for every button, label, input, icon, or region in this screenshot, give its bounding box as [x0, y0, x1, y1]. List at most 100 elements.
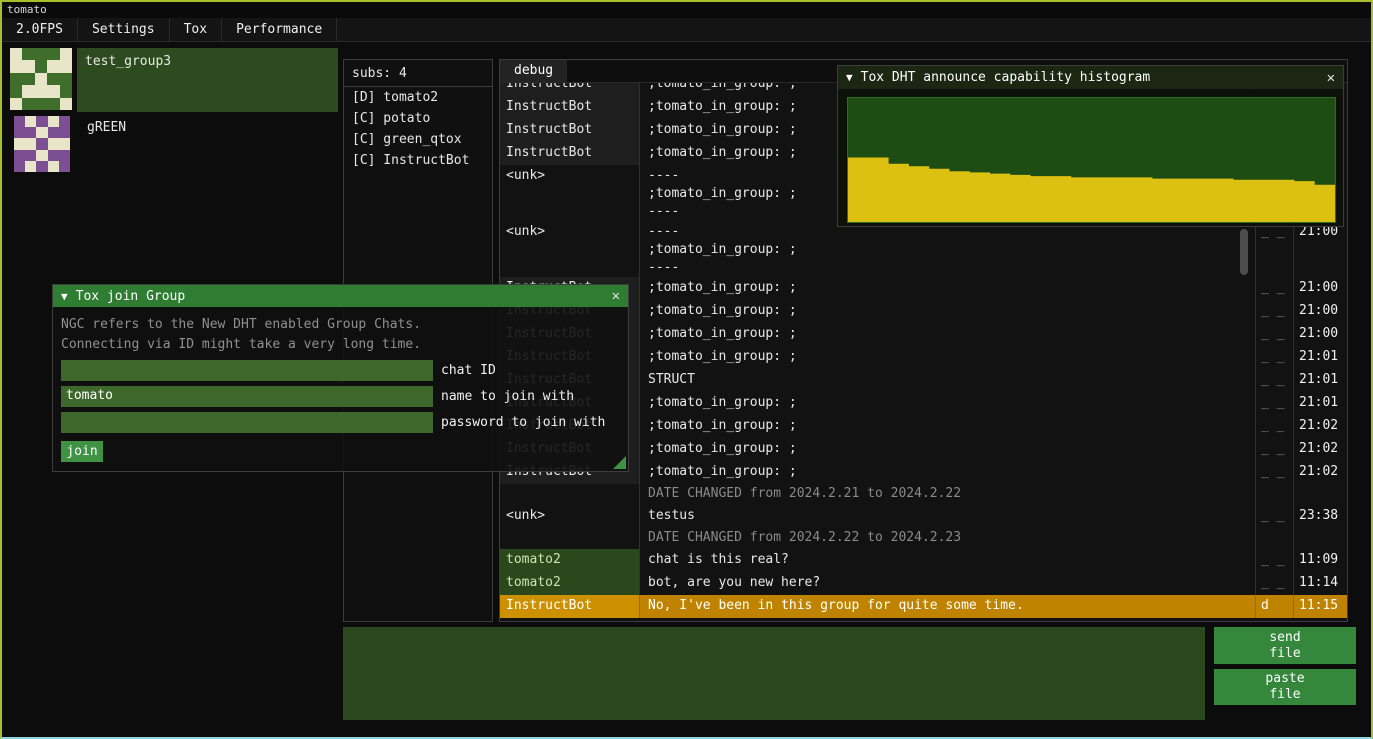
menu-bar: 2.0FPS SettingsToxPerformance	[2, 18, 1371, 42]
join-group-title: Tox join Group	[76, 289, 186, 304]
message-flags: _ _	[1255, 505, 1293, 528]
date-divider-row: DATE CHANGED from 2024.2.21 to 2024.2.22	[500, 484, 1347, 505]
join-name-input[interactable]: tomato	[61, 386, 433, 407]
member-item[interactable]: [C] potato	[344, 108, 492, 129]
chat-id-row: chat ID	[61, 360, 620, 381]
message-flags	[1255, 484, 1293, 505]
dht-histogram-title: Tox DHT announce capability histogram	[861, 70, 1151, 85]
histogram-svg	[848, 98, 1335, 222]
message-flags: _ _	[1255, 438, 1293, 461]
dht-histogram-titlebar: ▼ Tox DHT announce capability histogram …	[838, 66, 1343, 89]
join-group-titlebar: ▼ Tox join Group ✕	[53, 285, 628, 307]
histogram-area	[848, 158, 1335, 223]
menu-items: SettingsToxPerformance	[78, 18, 337, 41]
menu-tox[interactable]: Tox	[170, 18, 222, 41]
tab-debug[interactable]: debug	[500, 60, 567, 82]
message-flags	[1255, 528, 1293, 549]
message-text: ;tomato_in_group: ;	[640, 346, 1255, 369]
paste-file-button[interactable]: paste file	[1214, 669, 1356, 705]
join-button[interactable]: join	[61, 441, 103, 462]
histogram-plot	[847, 97, 1336, 223]
message-author: InstructBot	[500, 119, 640, 142]
members-header: subs: 4	[344, 60, 492, 87]
menu-performance[interactable]: Performance	[222, 18, 337, 41]
message-flags: _ _	[1255, 369, 1293, 392]
message-text: ---- ;tomato_in_group: ; ----	[640, 221, 1255, 277]
message-time: 21:01	[1293, 346, 1347, 369]
date-divider-row: DATE CHANGED from 2024.2.22 to 2024.2.23	[500, 528, 1347, 549]
member-item[interactable]: [C] green_qtox	[344, 129, 492, 150]
message-author: <unk>	[500, 221, 640, 277]
message-text: STRUCT	[640, 369, 1255, 392]
message-text: DATE CHANGED from 2024.2.21 to 2024.2.22	[640, 484, 1255, 505]
join-name-label: name to join with	[441, 389, 574, 404]
message-time: 21:00	[1293, 300, 1347, 323]
message-text: ;tomato_in_group: ;	[640, 415, 1255, 438]
join-group-window: ▼ Tox join Group ✕ NGC refers to the New…	[52, 284, 629, 472]
message-author: InstructBot	[500, 595, 640, 618]
message-text: ;tomato_in_group: ;	[640, 277, 1255, 300]
menu-settings[interactable]: Settings	[78, 18, 170, 41]
message-text: bot, are you new here?	[640, 572, 1255, 595]
member-list: [D] tomato2[C] potato[C] green_qtox[C] I…	[344, 87, 492, 171]
group-avatar-icon	[10, 48, 72, 110]
join-password-row: password to join with	[61, 412, 620, 433]
message-time: 21:02	[1293, 438, 1347, 461]
message-flags: _ _	[1255, 346, 1293, 369]
message-flags: d	[1255, 595, 1293, 618]
message-input[interactable]	[343, 627, 1205, 720]
group-name: gREEN	[87, 120, 126, 135]
chat-message-row[interactable]: tomato2bot, are you new here?_ _11:14	[500, 572, 1347, 595]
join-group-body: NGC refers to the New DHT enabled Group …	[53, 307, 628, 470]
join-password-label: password to join with	[441, 415, 605, 430]
message-flags: _ _	[1255, 300, 1293, 323]
message-text: ;tomato_in_group: ;	[640, 300, 1255, 323]
chat-message-row[interactable]: InstructBotNo, I've been in this group f…	[500, 595, 1347, 618]
message-time: 11:14	[1293, 572, 1347, 595]
chat-message-row[interactable]: <unk>testus_ _23:38	[500, 505, 1347, 528]
dht-histogram-window: ▼ Tox DHT announce capability histogram …	[837, 65, 1344, 227]
join-name-row: tomato name to join with	[61, 386, 620, 407]
chat-id-input[interactable]	[61, 360, 433, 381]
chat-message-row[interactable]: tomato2chat is this real?_ _11:09	[500, 549, 1347, 572]
message-text: DATE CHANGED from 2024.2.22 to 2024.2.23	[640, 528, 1255, 549]
chat-message-row[interactable]: <unk>---- ;tomato_in_group: ; ----_ _21:…	[500, 221, 1347, 277]
message-time: 21:02	[1293, 461, 1347, 484]
collapse-icon[interactable]: ▼	[846, 71, 853, 84]
message-time: 23:38	[1293, 505, 1347, 528]
member-item[interactable]: [D] tomato2	[344, 87, 492, 108]
group-label-wrap: gREEN	[75, 116, 338, 174]
message-text: chat is this real?	[640, 549, 1255, 572]
join-password-input[interactable]	[61, 412, 433, 433]
group-item-test_group3[interactable]: test_group3	[10, 48, 338, 112]
resize-grip[interactable]	[613, 456, 626, 469]
member-item[interactable]: [C] InstructBot	[344, 150, 492, 171]
group-avatar-icon	[14, 116, 70, 172]
close-icon[interactable]: ✕	[1327, 70, 1335, 86]
message-author: InstructBot	[500, 142, 640, 165]
group-item-green[interactable]: gREEN	[14, 116, 338, 174]
chat-scrollbar[interactable]	[1240, 229, 1248, 275]
message-text: ;tomato_in_group: ;	[640, 392, 1255, 415]
close-icon[interactable]: ✕	[612, 288, 620, 304]
message-flags: _ _	[1255, 221, 1293, 277]
send-file-button[interactable]: send file	[1214, 627, 1356, 664]
message-flags: _ _	[1255, 415, 1293, 438]
message-author: tomato2	[500, 572, 640, 595]
message-flags: _ _	[1255, 572, 1293, 595]
group-name: test_group3	[85, 54, 171, 69]
collapse-icon[interactable]: ▼	[61, 290, 68, 303]
message-time: 21:01	[1293, 369, 1347, 392]
window-titlebar: tomato	[2, 2, 1371, 18]
message-author	[500, 484, 640, 505]
message-text: ;tomato_in_group: ;	[640, 438, 1255, 461]
message-author: <unk>	[500, 505, 640, 528]
window-title: tomato	[7, 3, 47, 16]
message-time: 21:01	[1293, 392, 1347, 415]
join-description-line2: Connecting via ID might take a very long…	[61, 335, 620, 355]
app-window: tomato 2.0FPS SettingsToxPerformance tes…	[0, 0, 1373, 739]
message-time: 21:00	[1293, 323, 1347, 346]
message-text: ;tomato_in_group: ;	[640, 461, 1255, 484]
message-author: <unk>	[500, 165, 640, 221]
message-time: 21:00	[1293, 277, 1347, 300]
